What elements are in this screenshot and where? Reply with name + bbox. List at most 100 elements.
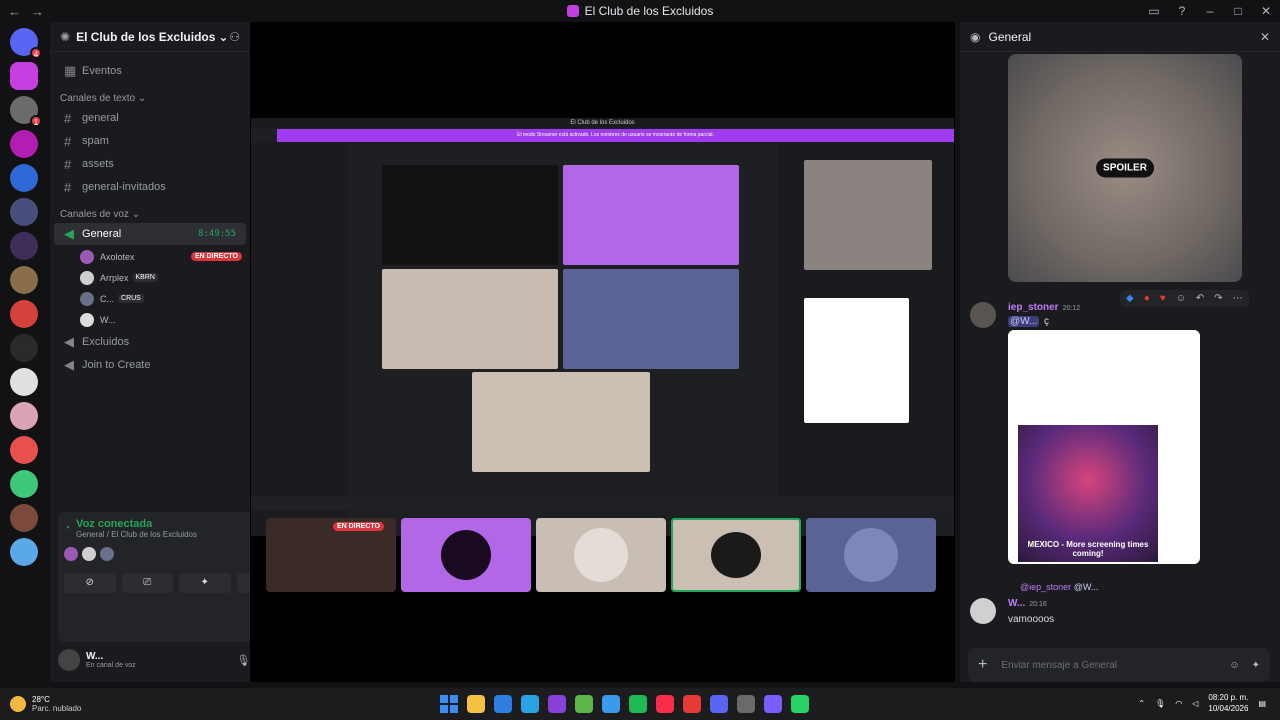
user-info[interactable]: W... En canal de voz (86, 651, 136, 669)
voice-channel-label: Excluidos (82, 336, 130, 348)
voice-channel[interactable]: ◀ Excluidos (54, 331, 246, 353)
start-icon[interactable] (440, 695, 458, 713)
taskbar-app-icon[interactable] (548, 695, 566, 713)
reaction-icon[interactable]: ● (1144, 293, 1150, 304)
server-icon[interactable] (10, 198, 38, 226)
taskbar-app-icon[interactable] (791, 695, 809, 713)
weather-icon (10, 696, 26, 712)
voice-category[interactable]: Canales de voz ⌄ (50, 199, 250, 222)
wifi-icon[interactable]: ◠ (1175, 699, 1182, 708)
weather-desc: Parc. nublado (32, 704, 82, 713)
avatar[interactable] (58, 649, 80, 671)
taskbar-app-icon[interactable] (683, 695, 701, 713)
message-composer[interactable]: + Enviar mensaje a General ☺ ✦ (968, 648, 1270, 682)
server-icon[interactable] (10, 232, 38, 260)
text-category[interactable]: Canales de texto ⌄ (50, 83, 250, 106)
help-icon[interactable]: ? (1168, 4, 1196, 18)
message-author[interactable]: W... 20:16 (1008, 598, 1047, 609)
server-icon[interactable] (10, 300, 38, 328)
server-icon[interactable] (10, 130, 38, 158)
thumb-cat[interactable] (671, 518, 801, 592)
voice-status[interactable]: Voz conectada (76, 518, 197, 530)
inbox-icon[interactable]: ▭ (1140, 4, 1168, 18)
thumb-purple[interactable] (401, 518, 531, 592)
add-user-icon[interactable]: ⚇ (229, 30, 240, 44)
chevron-down-icon: ⌄ (218, 29, 229, 44)
server-icon[interactable] (10, 164, 38, 192)
channel-general[interactable]: # general (54, 107, 246, 129)
voice-user[interactable]: W... (50, 309, 250, 330)
volume-icon[interactable]: ◁ (1192, 699, 1198, 708)
avatar[interactable] (970, 302, 996, 328)
minimize-button[interactable]: – (1196, 4, 1224, 18)
message-author[interactable]: iep_stoner 20:12 (1008, 302, 1080, 313)
stream-post (804, 298, 909, 423)
maximize-button[interactable]: □ (1224, 4, 1252, 18)
server-icon[interactable]: 1 (10, 96, 42, 127)
share-screen-button[interactable]: ⎚ (121, 573, 173, 593)
microphone-icon[interactable]: 🎙 (237, 654, 251, 667)
taskbar-app-icon[interactable] (629, 695, 647, 713)
voice-user[interactable]: C... CRUS (50, 288, 250, 309)
server-icon[interactable] (10, 504, 38, 532)
taskbar-app-icon[interactable] (710, 695, 728, 713)
more-icon[interactable]: ⋯ (1233, 293, 1243, 304)
avatar (574, 528, 628, 582)
taskbar-app-icon[interactable] (575, 695, 593, 713)
server-icon[interactable] (10, 538, 38, 566)
emoji-icon[interactable]: ☺ (1229, 660, 1239, 671)
spoiler-image[interactable]: SPOILER (1008, 54, 1242, 282)
voice-user[interactable]: Axolotex EN DIRECTO (50, 246, 250, 267)
embedded-post-image[interactable]: MEXICO - More screening times coming! (1008, 330, 1200, 564)
add-reaction-icon[interactable]: ☺ (1176, 293, 1186, 304)
taskbar-app-icon[interactable] (764, 695, 782, 713)
channel-assets[interactable]: # assets (54, 153, 246, 175)
clock[interactable]: 08:20 p. m. 10/04/2026 (1208, 692, 1248, 714)
taskbar-app-icon[interactable] (737, 695, 755, 713)
taskbar-app-icon[interactable] (521, 695, 539, 713)
voice-user[interactable]: Arrplex KBRN (50, 267, 250, 288)
camera-off-button[interactable]: ⊘ (64, 573, 116, 593)
channel-spam[interactable]: # spam (54, 130, 246, 152)
server-icon[interactable] (10, 334, 38, 362)
channel-general-invitados[interactable]: # general-invitados (54, 176, 246, 198)
server-icon[interactable] (10, 436, 38, 464)
voice-channel[interactable]: ◀ Join to Create (54, 354, 246, 376)
server-name: El Club de los Excluidos (76, 29, 216, 44)
taskbar-app-icon[interactable] (602, 695, 620, 713)
server-header[interactable]: ✺ El Club de los Excluidos ⌄ ⚇ (50, 22, 250, 52)
apps-icon[interactable]: ✦ (1252, 660, 1260, 671)
close-button[interactable]: ✕ (1252, 4, 1280, 18)
server-icon[interactable] (10, 62, 38, 90)
close-icon[interactable]: ✕ (1260, 30, 1270, 44)
server-icon[interactable] (10, 368, 38, 396)
server-icon[interactable] (10, 470, 38, 498)
voice-location: General / El Club de los Excluidos (76, 530, 197, 539)
events-item[interactable]: ▦ Eventos (54, 60, 246, 82)
voice-channel-general[interactable]: ◀ General 8:49:55 (54, 223, 246, 245)
activities-button[interactable]: ✦ (179, 573, 231, 593)
chevron-up-icon[interactable]: ⌃ (1138, 699, 1145, 708)
microphone-icon[interactable]: 🎙 (1155, 699, 1165, 708)
mention[interactable]: @W... (1008, 316, 1040, 327)
server-icon[interactable] (10, 402, 38, 430)
notification-icon[interactable]: ▤ (1258, 699, 1266, 708)
taskbar-app-icon[interactable] (656, 695, 674, 713)
server-icon[interactable] (10, 266, 38, 294)
reply-preview[interactable]: @iep_stoner @W... (1020, 582, 1098, 592)
taskbar-app-icon[interactable] (494, 695, 512, 713)
composer-placeholder: Enviar mensaje a General (1001, 659, 1117, 671)
heart-icon[interactable]: ♥ (1160, 293, 1166, 304)
taskbar-app-icon[interactable] (467, 695, 485, 713)
reply-icon[interactable]: ↶ (1196, 293, 1204, 304)
diamond-icon[interactable]: ◆ (1126, 293, 1134, 304)
thumb-blue[interactable] (806, 518, 936, 592)
avatar[interactable] (970, 598, 996, 624)
thumb-axolotex[interactable]: EN DIRECTO (266, 518, 396, 592)
forward-icon[interactable]: ↷ (1214, 293, 1222, 304)
weather-widget[interactable]: 28°C Parc. nublado (0, 695, 81, 713)
thumb-dog[interactable] (536, 518, 666, 592)
server-icon[interactable]: 4 (10, 28, 42, 59)
plus-icon[interactable]: + (978, 656, 987, 674)
stream-view[interactable]: El Club de los Excluidos El modo Streame… (251, 118, 954, 536)
